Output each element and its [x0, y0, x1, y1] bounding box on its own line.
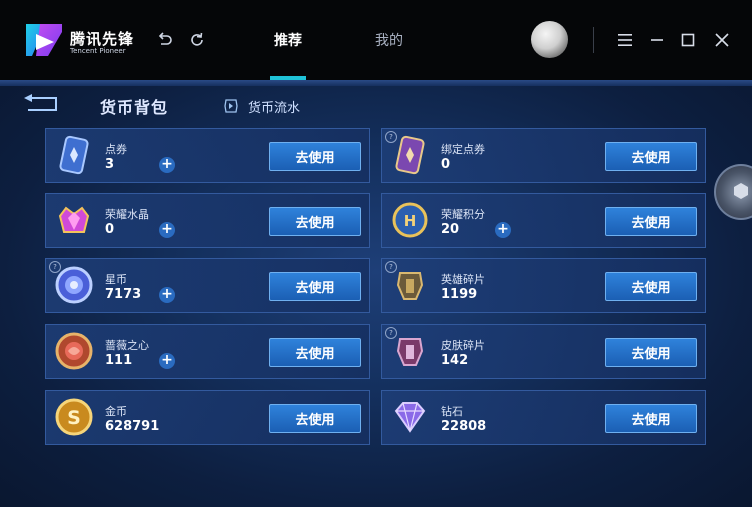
use-button[interactable]: 去使用 — [269, 404, 361, 433]
minimize-icon — [651, 39, 663, 41]
hexagon-icon — [734, 183, 748, 199]
currency-value: 1199 — [441, 287, 478, 302]
use-button[interactable]: 去使用 — [605, 142, 697, 171]
use-button[interactable]: 去使用 — [605, 338, 697, 367]
currency-card-dianquan: 点券 3 + 去使用 — [45, 128, 370, 183]
undo-icon — [158, 32, 172, 45]
add-button[interactable]: + — [495, 222, 511, 238]
menu-icon — [618, 34, 632, 46]
use-button[interactable]: 去使用 — [269, 207, 361, 236]
logo-subtext: Tencent Pioneer — [70, 47, 126, 55]
logo-icon — [26, 24, 62, 56]
crystal-icon — [58, 206, 90, 233]
gold-coin-icon: S — [55, 398, 93, 436]
currency-name: 荣耀积分 — [441, 208, 485, 221]
glory-points-icon: H — [392, 202, 428, 238]
refresh-icon — [191, 32, 203, 46]
svg-text:H: H — [404, 212, 417, 230]
star-coin-icon — [55, 266, 93, 304]
app-logo: 腾讯先锋 Tencent Pioneer — [22, 20, 135, 60]
currency-name: 皮肤碎片 — [441, 339, 485, 352]
currency-card-glory-crystal: 荣耀水晶 0 + 去使用 — [45, 193, 370, 248]
maximize-icon — [681, 33, 695, 47]
currency-name: 英雄碎片 — [441, 273, 485, 286]
add-button[interactable]: + — [159, 287, 175, 303]
currency-name: 金币 — [105, 405, 127, 418]
use-button[interactable]: 去使用 — [269, 338, 361, 367]
currency-value: 0 — [105, 222, 115, 237]
voucher-icon — [59, 135, 89, 175]
currency-value: 3 — [105, 157, 115, 172]
currency-value: 628791 — [105, 419, 160, 434]
currency-value: 111 — [105, 353, 133, 368]
currency-value: 7173 — [105, 287, 142, 302]
diamond-icon — [394, 402, 426, 433]
refresh-button[interactable] — [185, 28, 209, 52]
currency-card-rose-heart: 蔷薇之心 111 + 去使用 — [45, 324, 370, 379]
page-title: 货币背包 — [100, 98, 169, 117]
add-button[interactable]: + — [159, 157, 175, 173]
currency-name: 钻石 — [441, 405, 463, 418]
add-button[interactable]: + — [159, 353, 175, 369]
currency-value: 142 — [441, 353, 469, 368]
currency-name: 星币 — [105, 273, 127, 286]
divider — [593, 27, 594, 53]
currency-value: 22808 — [441, 419, 487, 434]
ledger-icon — [224, 99, 238, 113]
currency-card-bound-voucher: ? 绑定点券 0 去使用 — [381, 128, 706, 183]
menu-button[interactable] — [613, 28, 637, 52]
minimize-button[interactable] — [645, 28, 669, 52]
close-icon — [715, 33, 729, 47]
hero-shard-icon — [396, 272, 424, 300]
use-button[interactable]: 去使用 — [269, 272, 361, 301]
currency-card-diamond: 钻石 22808 去使用 — [381, 390, 706, 445]
currency-card-glory-points: H 荣耀积分 20 + 去使用 — [381, 193, 706, 248]
currency-name: 荣耀水晶 — [105, 208, 149, 221]
add-button[interactable]: + — [159, 222, 175, 238]
currency-card-hero-shard: ? 英雄碎片 1199 去使用 — [381, 258, 706, 313]
back-button[interactable] — [20, 92, 60, 116]
currency-card-gold-coin: S 金币 628791 去使用 — [45, 390, 370, 445]
undo-button[interactable] — [153, 28, 177, 52]
close-button[interactable] — [710, 28, 734, 52]
side-panel-handle[interactable] — [714, 164, 752, 220]
currency-name: 蔷薇之心 — [105, 339, 149, 352]
title-bar: 腾讯先锋 Tencent Pioneer 推荐 我的 — [0, 0, 752, 80]
currency-name: 点券 — [105, 143, 127, 156]
currency-flow-link[interactable]: 货币流水 — [222, 95, 300, 117]
currency-flow-label: 货币流水 — [248, 100, 301, 116]
tab-recommend[interactable]: 推荐 — [274, 30, 302, 50]
currency-card-star-coin: ? 星币 7173 + 去使用 — [45, 258, 370, 313]
currency-name: 绑定点券 — [441, 143, 485, 156]
use-button[interactable]: 去使用 — [269, 142, 361, 171]
currency-value: 0 — [441, 157, 451, 172]
currency-value: 20 — [441, 222, 460, 237]
currency-card-skin-shard: ? 皮肤碎片 142 去使用 — [381, 324, 706, 379]
skin-shard-icon — [396, 338, 424, 366]
logo-text: 腾讯先锋 — [70, 30, 135, 48]
bound-voucher-icon — [395, 135, 425, 175]
use-button[interactable]: 去使用 — [605, 272, 697, 301]
use-button[interactable]: 去使用 — [605, 404, 697, 433]
maximize-button[interactable] — [676, 28, 700, 52]
rose-heart-icon — [55, 332, 93, 370]
avatar[interactable] — [531, 21, 568, 58]
use-button[interactable]: 去使用 — [605, 207, 697, 236]
currency-wallet-panel: 货币背包 货币流水 点券 3 + 去使用 ? 绑定点券 0 去使用 荣耀水晶 0… — [0, 80, 752, 507]
tab-mine[interactable]: 我的 — [375, 30, 403, 50]
svg-text:S: S — [67, 407, 81, 429]
